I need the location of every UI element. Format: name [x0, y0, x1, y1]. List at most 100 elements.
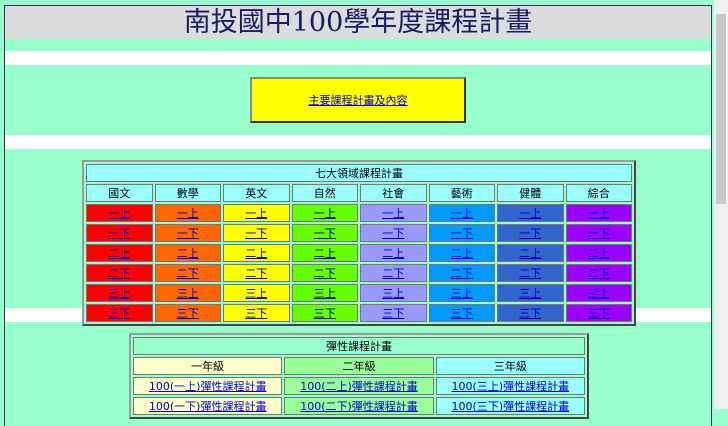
semester-link[interactable]: 一上 — [108, 207, 130, 220]
domain-cell: 三上 — [154, 284, 221, 302]
semester-link[interactable]: 二上 — [382, 247, 404, 260]
semester-link[interactable]: 三上 — [108, 287, 130, 300]
flex-plan-link[interactable]: 100(三下)彈性課程計畫 — [452, 400, 570, 413]
semester-link[interactable]: 一下 — [382, 227, 404, 240]
domain-cell: 二上 — [223, 244, 290, 262]
flex-plan-link[interactable]: 100(一上)彈性課程計畫 — [149, 380, 267, 393]
semester-link[interactable]: 一上 — [245, 207, 267, 220]
domain-cell: 一下 — [291, 224, 358, 242]
domain-cell: 一下 — [223, 224, 290, 242]
domain-cell: 一上 — [497, 204, 564, 222]
column-header: 健體 — [497, 184, 564, 202]
domain-cell: 三上 — [223, 284, 290, 302]
semester-link[interactable]: 一上 — [588, 207, 610, 220]
domain-cell: 一下 — [428, 224, 495, 242]
semester-link[interactable]: 二下 — [108, 267, 130, 280]
semester-link[interactable]: 一下 — [245, 227, 267, 240]
scrollbar[interactable] — [714, 0, 728, 409]
scrollbar-thumb[interactable] — [716, 14, 726, 204]
semester-link[interactable]: 三上 — [382, 287, 404, 300]
semester-link[interactable]: 一下 — [519, 227, 541, 240]
main-plan-link[interactable]: 主要課程計畫及內容 — [309, 92, 408, 108]
grade-header: 三年級 — [435, 357, 585, 375]
domain-caption: 七大領域課程計畫 — [86, 164, 632, 182]
divider — [5, 135, 711, 149]
semester-link[interactable]: 三下 — [314, 307, 336, 320]
domain-cell: 一下 — [154, 224, 221, 242]
domain-cell: 二上 — [428, 244, 495, 262]
semester-link[interactable]: 二下 — [245, 267, 267, 280]
domain-cell: 二下 — [154, 264, 221, 282]
semester-link[interactable]: 二上 — [519, 247, 541, 260]
domain-cell: 三上 — [565, 284, 632, 302]
semester-link[interactable]: 二上 — [314, 247, 336, 260]
semester-link[interactable]: 三下 — [451, 307, 473, 320]
domain-cell: 二下 — [428, 264, 495, 282]
column-header: 國文 — [86, 184, 153, 202]
domain-cell: 三下 — [86, 304, 153, 322]
domain-cell: 一下 — [86, 224, 153, 242]
domain-table: 七大領域課程計畫 國文 數學 英文 自然 社會 藝術 健體 綜合 一上 一上 一上 一上 一上 一上 一上 一上… — [82, 160, 636, 326]
table-row: 100(一下)彈性課程計畫 100(二下)彈性課程計畫 100(三下)彈性課程計畫 — [133, 397, 585, 415]
semester-link[interactable]: 二上 — [451, 247, 473, 260]
domain-cell: 三上 — [428, 284, 495, 302]
semester-link[interactable]: 三下 — [108, 307, 130, 320]
domain-cell: 三下 — [154, 304, 221, 322]
semester-link[interactable]: 三上 — [177, 287, 199, 300]
semester-link[interactable]: 三下 — [382, 307, 404, 320]
semester-link[interactable]: 一下 — [314, 227, 336, 240]
flex-plan-link[interactable]: 100(三上)彈性課程計畫 — [452, 380, 570, 393]
semester-link[interactable]: 一下 — [177, 227, 199, 240]
semester-link[interactable]: 二下 — [451, 267, 473, 280]
semester-link[interactable]: 一上 — [382, 207, 404, 220]
domain-cell: 二上 — [86, 244, 153, 262]
semester-link[interactable]: 二上 — [108, 247, 130, 260]
semester-link[interactable]: 二下 — [177, 267, 199, 280]
domain-cell: 二上 — [154, 244, 221, 262]
flex-cell: 100(二上)彈性課程計畫 — [284, 377, 434, 395]
semester-link[interactable]: 二上 — [588, 247, 610, 260]
semester-link[interactable]: 三上 — [588, 287, 610, 300]
table-row: 三下 三下 三下 三下 三下 三下 三下 三下 — [86, 304, 632, 322]
domain-cell: 一下 — [565, 224, 632, 242]
semester-link[interactable]: 三上 — [245, 287, 267, 300]
semester-link[interactable]: 三下 — [177, 307, 199, 320]
table-row: 二上 二上 二上 二上 二上 二上 二上 二上 — [86, 244, 632, 262]
semester-link[interactable]: 三下 — [245, 307, 267, 320]
domain-cell: 三下 — [291, 304, 358, 322]
main-plan-box: 主要課程計畫及內容 — [250, 77, 466, 123]
divider — [5, 51, 711, 65]
semester-link[interactable]: 一上 — [451, 207, 473, 220]
domain-cell: 二下 — [291, 264, 358, 282]
semester-link[interactable]: 三上 — [519, 287, 541, 300]
semester-link[interactable]: 二上 — [245, 247, 267, 260]
semester-link[interactable]: 二下 — [519, 267, 541, 280]
table-row: 一下 一下 一下 一下 一下 一下 一下 一下 — [86, 224, 632, 242]
semester-link[interactable]: 二下 — [588, 267, 610, 280]
page-title: 南投國中100學年度課程計畫 — [5, 6, 711, 39]
semester-link[interactable]: 二上 — [177, 247, 199, 260]
semester-link[interactable]: 一下 — [588, 227, 610, 240]
domain-cell: 三下 — [428, 304, 495, 322]
flex-plan-link[interactable]: 100(二下)彈性課程計畫 — [300, 400, 418, 413]
semester-link[interactable]: 三上 — [451, 287, 473, 300]
flex-caption: 彈性課程計畫 — [133, 337, 585, 355]
domain-cell: 二下 — [223, 264, 290, 282]
semester-link[interactable]: 一上 — [177, 207, 199, 220]
grade-header: 二年級 — [284, 357, 434, 375]
domain-cell: 二上 — [497, 244, 564, 262]
flex-plan-link[interactable]: 100(一下)彈性課程計畫 — [149, 400, 267, 413]
semester-link[interactable]: 一上 — [314, 207, 336, 220]
column-header: 藝術 — [428, 184, 495, 202]
flex-cell: 100(一上)彈性課程計畫 — [133, 377, 283, 395]
semester-link[interactable]: 三下 — [588, 307, 610, 320]
semester-link[interactable]: 三上 — [314, 287, 336, 300]
domain-cell: 二下 — [360, 264, 427, 282]
semester-link[interactable]: 二下 — [314, 267, 336, 280]
semester-link[interactable]: 二下 — [382, 267, 404, 280]
semester-link[interactable]: 一下 — [451, 227, 473, 240]
semester-link[interactable]: 三下 — [519, 307, 541, 320]
semester-link[interactable]: 一下 — [108, 227, 130, 240]
semester-link[interactable]: 一上 — [519, 207, 541, 220]
flex-plan-link[interactable]: 100(二上)彈性課程計畫 — [300, 380, 418, 393]
